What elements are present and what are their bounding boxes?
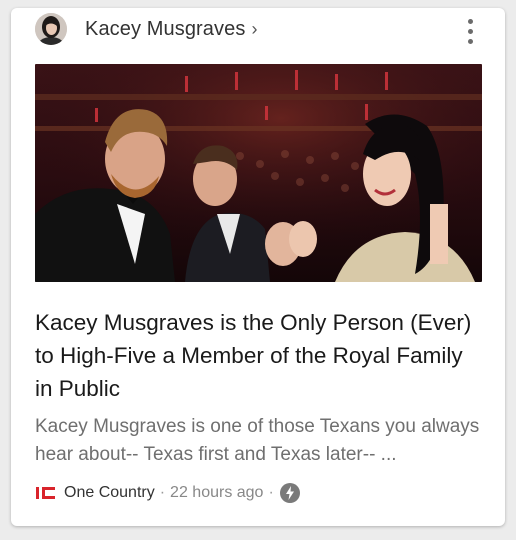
one-country-logo <box>36 487 55 499</box>
news-card[interactable]: Kacey Musgraves › Kacey Musgraves is the… <box>11 8 505 526</box>
source-name: Kacey Musgraves <box>85 18 246 40</box>
article-headline[interactable]: Kacey Musgraves is the Only Person (Ever… <box>35 306 485 405</box>
time-ago: 22 hours ago <box>170 484 264 501</box>
chevron-right-icon: › <box>251 19 258 39</box>
publisher-name[interactable]: One Country <box>64 484 155 502</box>
article-snippet: Kacey Musgraves is one of those Texans y… <box>35 416 480 465</box>
source-avatar[interactable] <box>35 13 67 45</box>
more-vert-icon[interactable] <box>455 14 485 48</box>
amp-bolt-icon <box>279 483 300 503</box>
separator: · <box>268 484 274 501</box>
source-name-link[interactable]: Kacey Musgraves › <box>85 18 258 41</box>
article-meta: One Country · 22 hours ago · <box>35 481 300 505</box>
separator: · <box>159 484 166 501</box>
hero-image[interactable] <box>35 64 482 282</box>
card-header: Kacey Musgraves › <box>11 8 505 60</box>
